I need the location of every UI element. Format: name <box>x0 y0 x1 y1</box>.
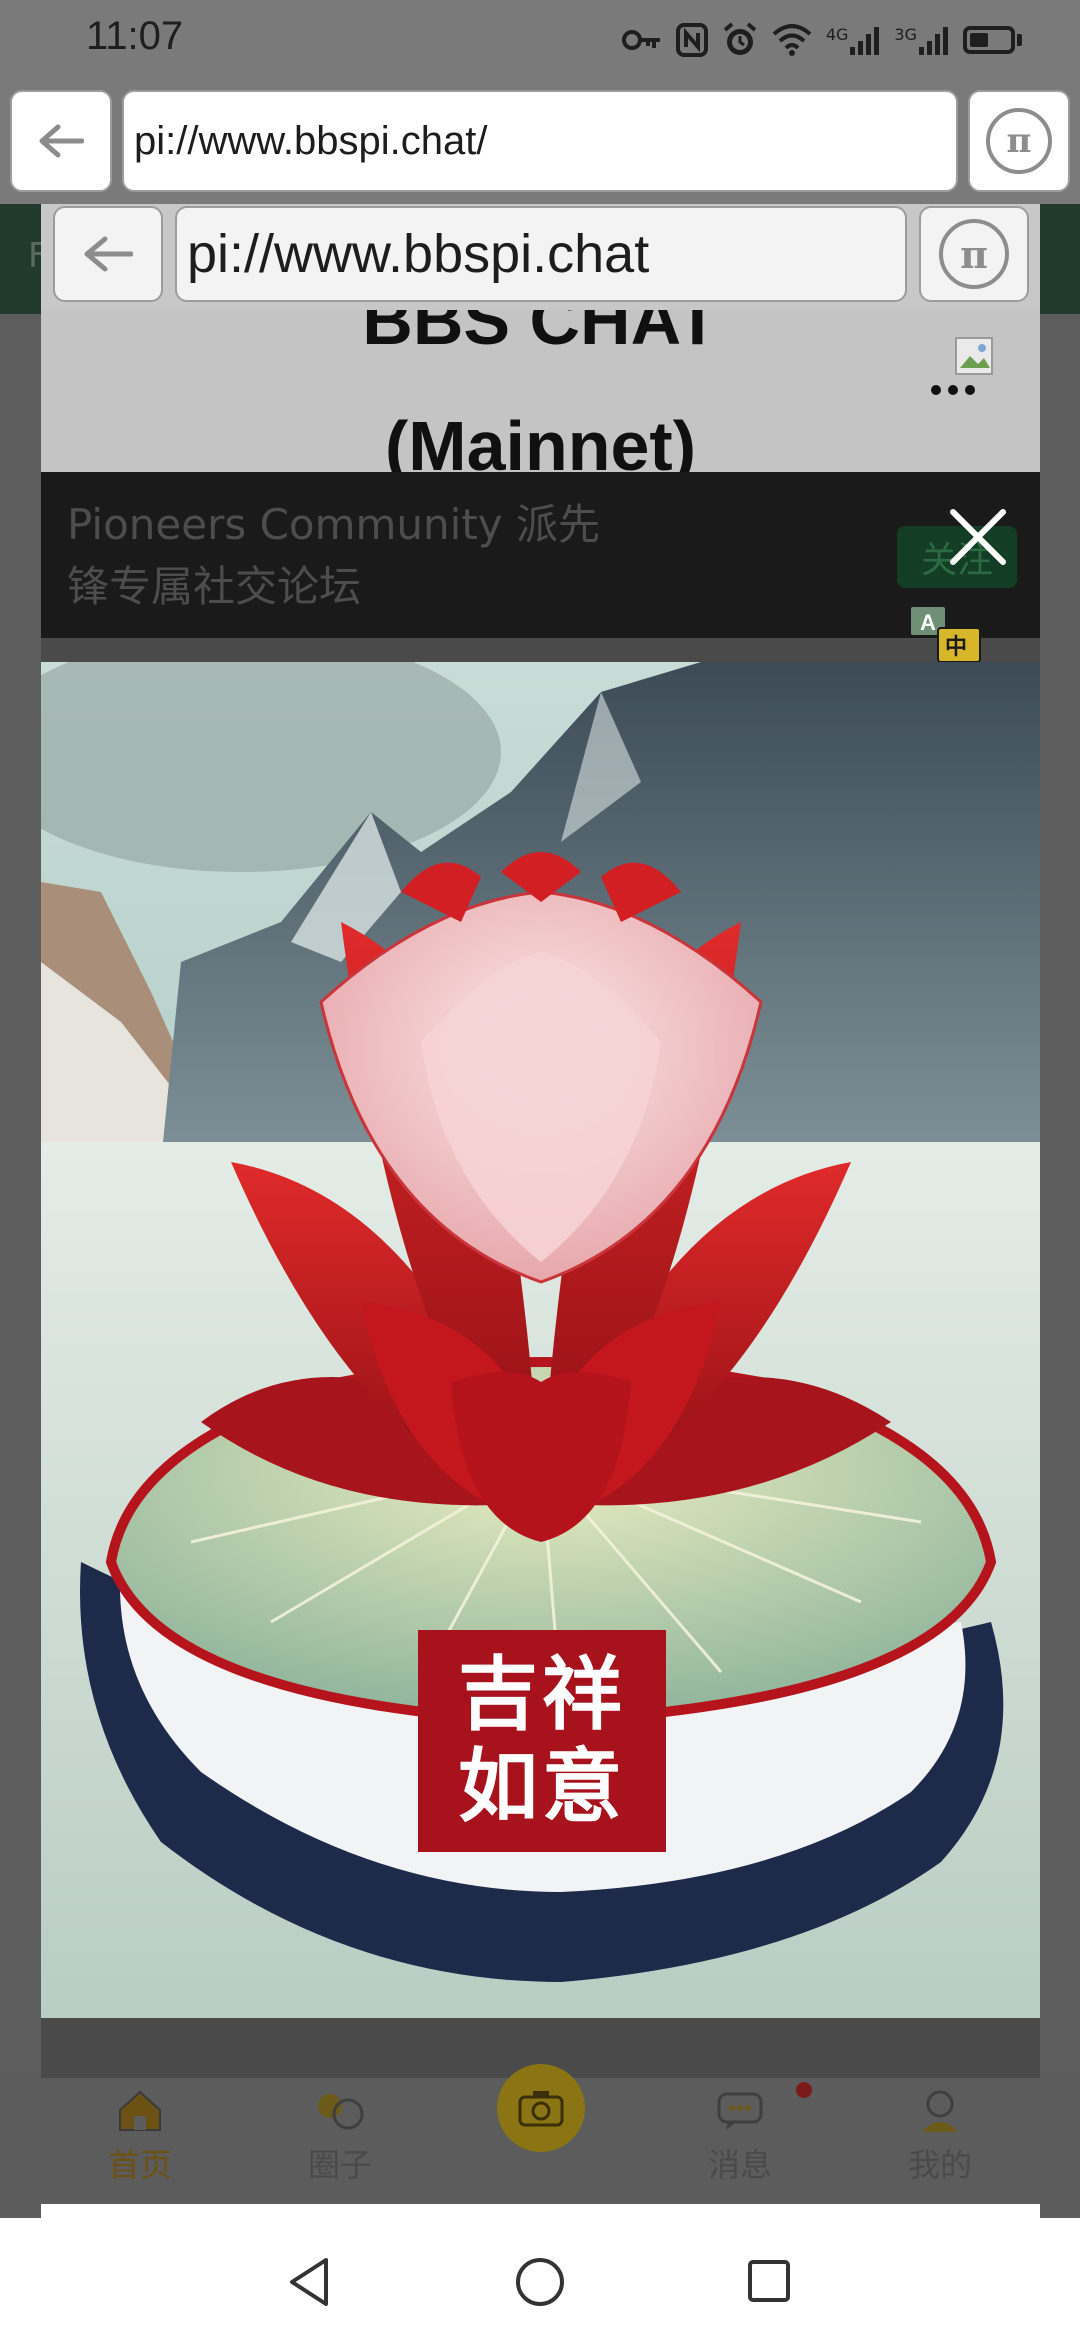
key-icon <box>621 30 660 50</box>
inner-pi-button[interactable]: π <box>919 206 1029 302</box>
app-subtitle: (Mainnet) <box>384 407 697 472</box>
home-icon <box>119 2090 161 2131</box>
outer-pi-button[interactable]: π <box>968 90 1070 192</box>
inner-url-field[interactable]: pi://www.bbspi.chat <box>175 206 907 302</box>
more-options-icon[interactable] <box>928 380 978 400</box>
profile-icon <box>922 2090 958 2132</box>
tab-profile[interactable]: 我的 <box>880 2088 1000 2186</box>
pi-icon: π <box>939 219 1009 289</box>
recents-square-icon[interactable] <box>746 2258 792 2304</box>
alarm-icon <box>723 22 757 55</box>
battery-icon <box>963 26 1015 54</box>
unread-badge <box>796 2082 812 2098</box>
pi-icon: π <box>986 108 1052 174</box>
broken-image-icon <box>955 337 993 375</box>
nfc-icon <box>675 23 708 57</box>
tab-home[interactable]: 首页 <box>80 2088 200 2186</box>
community-description: Pioneers Community 派先锋专属社交论坛 <box>67 500 600 611</box>
arrow-left-icon <box>39 124 84 158</box>
message-icon <box>717 2092 763 2130</box>
seal-text-line2: 如意 <box>458 1740 626 1833</box>
tab-label-home: 首页 <box>107 2146 172 2184</box>
tab-label-profile: 我的 <box>907 2146 972 2184</box>
tab-messages[interactable]: 消息 <box>680 2088 800 2186</box>
tab-circles[interactable]: 圈子 <box>280 2088 400 2186</box>
outer-url-text: pi://www.bbspi.chat/ <box>134 118 488 163</box>
signal-icon <box>850 27 880 55</box>
camera-button[interactable] <box>497 2064 585 2152</box>
outer-browser-bar: pi://www.bbspi.chat/ π <box>0 82 1080 204</box>
wifi-icon <box>772 24 812 56</box>
system-nav-bar <box>0 2218 1080 2340</box>
svg-text:中: 中 <box>945 635 967 660</box>
viewer-bottom-edge <box>41 2204 1040 2218</box>
tab-label-circles: 圈子 <box>307 2146 372 2184</box>
home-circle-icon[interactable] <box>514 2256 566 2308</box>
svg-text:A: A <box>920 610 936 635</box>
circles-icon <box>318 2094 364 2130</box>
translate-icon[interactable]: A 中 <box>908 604 984 668</box>
app-header: BBS CHAT (Mainnet) <box>41 310 1040 472</box>
community-bar: Pioneers Community 派先锋专属社交论坛 关注 <box>41 472 1040 638</box>
inner-url-text: pi://www.bbspi.chat <box>187 224 650 284</box>
seal-text-line1: 吉祥 <box>458 1648 626 1741</box>
inner-back-button[interactable] <box>53 206 163 302</box>
tab-label-messages: 消息 <box>707 2146 772 2184</box>
inner-browser-bar: pi://www.bbspi.chat π <box>41 204 1040 310</box>
blessing-seal: 吉祥 如意 <box>418 1630 666 1852</box>
signal-label-3g: 3G <box>894 25 917 44</box>
camera-icon <box>518 2091 564 2127</box>
status-icons: 4G 3G <box>621 16 1022 64</box>
close-icon[interactable] <box>943 502 1013 572</box>
status-bar: 11:07 4G 3G <box>0 0 1080 82</box>
signal-icon <box>919 27 948 55</box>
outer-url-field[interactable]: pi://www.bbspi.chat/ <box>122 90 958 192</box>
outer-back-button[interactable] <box>10 90 112 192</box>
app-title: BBS CHAT <box>362 310 719 359</box>
back-triangle-icon[interactable] <box>286 2256 332 2308</box>
arrow-left-icon <box>84 236 133 272</box>
signal-label-4g: 4G <box>825 25 849 44</box>
status-time: 11:07 <box>86 14 184 58</box>
